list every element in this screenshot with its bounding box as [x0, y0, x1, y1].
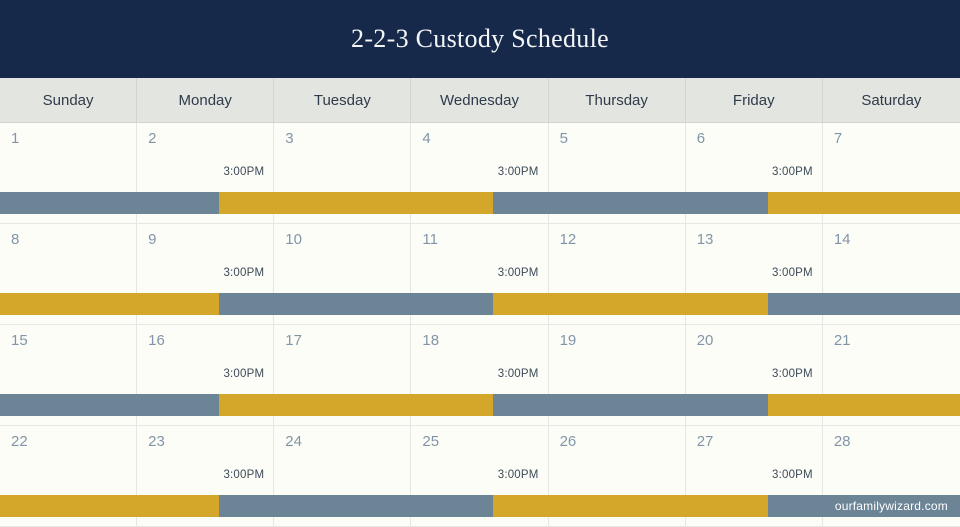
day-number: 23	[148, 433, 165, 450]
weekday-label: Thursday	[585, 91, 648, 109]
day-number: 26	[559, 433, 577, 450]
weekday-header-saturday: Saturday	[823, 78, 960, 122]
calendar-title-bar: 2-2-3 Custody Schedule	[0, 0, 960, 78]
day-cell[interactable]: 12	[548, 224, 686, 325]
day-number: 4	[422, 130, 431, 147]
day-cell[interactable]: 20 3:00PM	[685, 325, 823, 426]
weekday-header-monday: Monday	[137, 78, 275, 122]
exchange-time-label: 3:00PM	[497, 469, 539, 481]
day-cell[interactable]: 10	[274, 224, 412, 325]
week-row: 22 23 3:00PM 24 25 3:00PM 26 27 3:00PM 28 ourfamil…	[0, 426, 960, 527]
day-cell[interactable]: 14	[822, 224, 960, 325]
day-number: 24	[285, 433, 302, 450]
day-number: 9	[148, 231, 157, 248]
day-number: 22	[11, 433, 28, 450]
day-number: 6	[696, 130, 706, 147]
exchange-time-label: 3:00PM	[497, 368, 539, 380]
day-grid: 1 2 3:00PM 3 4 3:00PM 5 6 3:00PM 7	[0, 123, 960, 224]
day-cell[interactable]: 1	[0, 123, 138, 224]
page-title: 2-2-3 Custody Schedule	[351, 24, 609, 53]
day-number: 16	[148, 332, 165, 349]
day-cell[interactable]: 9 3:00PM	[137, 224, 275, 325]
exchange-time-label: 3:00PM	[223, 166, 265, 178]
exchange-time-label: 3:00PM	[223, 469, 265, 481]
exchange-time-label: 3:00PM	[497, 166, 539, 178]
day-number: 20	[696, 332, 714, 349]
day-cell[interactable]: 19	[548, 325, 686, 426]
day-cell[interactable]: 26	[548, 426, 686, 527]
day-cell[interactable]: 15	[0, 325, 138, 426]
day-cell[interactable]: 24	[274, 426, 412, 527]
day-number: 2	[148, 130, 157, 147]
exchange-time-label: 3:00PM	[772, 267, 813, 279]
exchange-time-label: 3:00PM	[772, 166, 813, 178]
custody-calendar: 2-2-3 Custody Schedule Sunday Monday Tuesd…	[0, 0, 960, 527]
day-number: 1	[11, 130, 20, 147]
weekday-label: Wednesday	[440, 91, 519, 109]
day-cell[interactable]: 22	[0, 426, 138, 527]
day-cell[interactable]: 16 3:00PM	[137, 325, 275, 426]
weekday-header-wednesday: Wednesday	[411, 78, 549, 122]
weekday-label: Monday	[178, 91, 232, 109]
calendar-weeks: 1 2 3:00PM 3 4 3:00PM 5 6 3:00PM 7 8 9 3:00PM 10 11 3:0…	[0, 123, 960, 527]
weekday-label: Sunday	[42, 91, 94, 109]
weekday-header-thursday: Thursday	[549, 78, 686, 122]
day-number: 28	[833, 433, 851, 450]
day-number: 5	[559, 130, 568, 147]
day-number: 15	[11, 332, 28, 349]
day-cell[interactable]: 3	[274, 123, 412, 224]
day-number: 19	[559, 332, 577, 349]
day-number: 8	[11, 231, 20, 248]
day-cell[interactable]: 27 3:00PM	[685, 426, 823, 527]
exchange-time-label: 3:00PM	[772, 469, 813, 481]
day-number: 3	[285, 130, 294, 147]
day-cell[interactable]: 13 3:00PM	[685, 224, 823, 325]
exchange-time-label: 3:00PM	[497, 267, 539, 279]
weekday-label: Tuesday	[313, 91, 371, 109]
day-number: 10	[285, 231, 302, 248]
day-grid: 15 16 3:00PM 17 18 3:00PM 19 20 3:00PM 21	[0, 325, 960, 426]
day-grid: 22 23 3:00PM 24 25 3:00PM 26 27 3:00PM 28	[0, 426, 960, 527]
day-cell[interactable]: 28	[822, 426, 960, 527]
exchange-time-label: 3:00PM	[223, 267, 265, 279]
weekday-header-row: Sunday Monday Tuesday Wednesday Thursday Frid…	[0, 78, 960, 123]
day-cell[interactable]: 17	[274, 325, 412, 426]
weekday-label: Saturday	[861, 91, 922, 109]
weekday-label: Friday	[732, 91, 775, 109]
day-number: 21	[833, 332, 851, 349]
day-number: 12	[559, 231, 577, 248]
day-number: 11	[422, 231, 438, 248]
day-cell[interactable]: 21	[822, 325, 960, 426]
weekday-header-sunday: Sunday	[0, 78, 138, 122]
day-cell[interactable]: 11 3:00PM	[411, 224, 549, 325]
day-number: 18	[422, 332, 440, 349]
weekday-header-tuesday: Tuesday	[274, 78, 412, 122]
weekday-header-friday: Friday	[686, 78, 823, 122]
exchange-time-label: 3:00PM	[772, 368, 813, 380]
day-cell[interactable]: 6 3:00PM	[685, 123, 823, 224]
day-number: 27	[696, 433, 714, 450]
day-cell[interactable]: 25 3:00PM	[411, 426, 549, 527]
day-grid: 8 9 3:00PM 10 11 3:00PM 12 13 3:00PM 14	[0, 224, 960, 325]
exchange-time-label: 3:00PM	[223, 368, 265, 380]
day-number: 7	[833, 130, 843, 147]
day-cell[interactable]: 7	[822, 123, 960, 224]
day-cell[interactable]: 18 3:00PM	[411, 325, 549, 426]
day-cell[interactable]: 8	[0, 224, 138, 325]
day-cell[interactable]: 5	[548, 123, 686, 224]
day-number: 13	[696, 231, 714, 248]
day-cell[interactable]: 4 3:00PM	[411, 123, 549, 224]
day-number: 14	[833, 231, 851, 248]
day-cell[interactable]: 23 3:00PM	[137, 426, 275, 527]
week-row: 15 16 3:00PM 17 18 3:00PM 19 20 3:00PM 21	[0, 325, 960, 426]
week-row: 8 9 3:00PM 10 11 3:00PM 12 13 3:00PM 14	[0, 224, 960, 325]
day-cell[interactable]: 2 3:00PM	[137, 123, 275, 224]
day-number: 17	[285, 332, 302, 349]
day-number: 25	[422, 433, 440, 450]
week-row: 1 2 3:00PM 3 4 3:00PM 5 6 3:00PM 7	[0, 123, 960, 224]
